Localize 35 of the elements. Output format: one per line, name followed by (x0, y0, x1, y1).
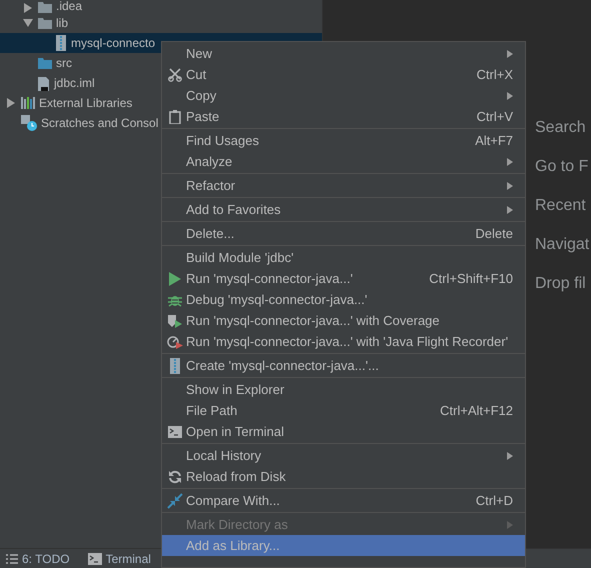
shortcut-text: Ctrl+X (476, 67, 513, 82)
editor-hint-text: Search (535, 118, 587, 138)
menu-item-label: Local History (186, 448, 262, 463)
menu-item-label: Mark Directory as (186, 517, 289, 532)
menu-item-label: Run 'mysql-connector-java...' (186, 271, 354, 286)
editor-hint-text: Go to F (535, 157, 590, 177)
menu-item-label: Cut (186, 67, 208, 82)
menu-item-label: Paste (186, 109, 220, 124)
menu-item-label: Find Usages (186, 133, 260, 148)
menu-item-label: Show in Explorer (186, 382, 286, 397)
menu-item-label: Create 'mysql-connector-java...'... (186, 358, 380, 373)
shortcut-text: Ctrl+D (476, 493, 513, 508)
shortcut-text: Delete (475, 226, 513, 241)
menu-item-label: Copy (186, 88, 218, 103)
menu-item-label: Run 'mysql-connector-java...' with 'Java Flight Recorder' (186, 334, 510, 349)
shortcut-text: Ctrl+Shift+F10 (429, 271, 513, 286)
menu-item-label: Refactor (186, 178, 236, 193)
menu-item-label: Analyze (186, 154, 234, 169)
editor-hint-text: Drop fil (535, 274, 587, 294)
editor-hint-text: Recent (535, 196, 587, 216)
menu-item-label: Reload from Disk (186, 469, 287, 484)
menu-item-label: Compare With... (186, 493, 281, 508)
menu-item-label: Add to Favorites (186, 202, 282, 217)
menu-item-label: Debug 'mysql-connector-java...' (186, 292, 368, 307)
shortcut-text: Ctrl+Alt+F12 (440, 403, 513, 418)
menu-item-label: Run 'mysql-connector-java...' with Coverage (186, 313, 441, 328)
menu-item-label: Add as Library... (186, 538, 281, 553)
shortcut-text: Alt+F7 (475, 133, 513, 148)
menu-item-label: Open in Terminal (186, 424, 286, 439)
menu-item-label: Build Module 'jdbc' (186, 250, 295, 265)
menu-item-label: File Path (186, 403, 238, 418)
shortcut-text: Ctrl+V (476, 109, 513, 124)
menu-item-label: New (186, 46, 214, 61)
menu-item-label: Delete... (186, 226, 236, 241)
editor-hint-text: Navigat (535, 235, 590, 255)
